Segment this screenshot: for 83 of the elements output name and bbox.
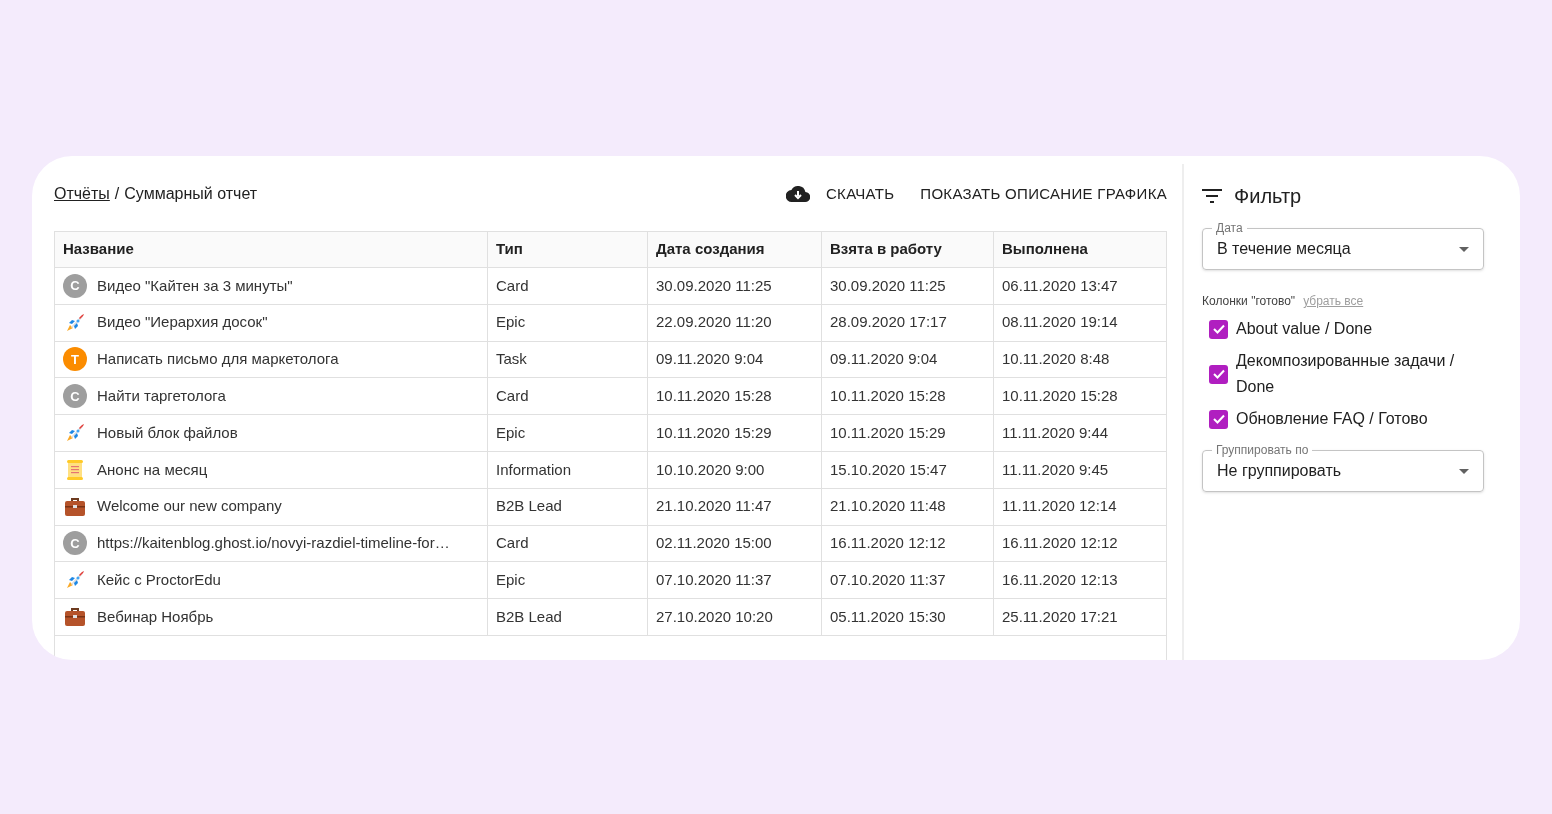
table-cell-text: Написать письмо для маркетолога xyxy=(97,349,339,370)
dropdown-caret-icon xyxy=(1459,468,1469,474)
table-cell-text: 10.11.2020 15:28 xyxy=(1002,386,1118,407)
checkbox-label: About value / Done xyxy=(1236,319,1373,339)
table-cell-text: 28.09.2020 17:17 xyxy=(830,312,947,333)
table-cell-text: 25.11.2020 17:21 xyxy=(1002,606,1118,627)
table-cell-text: Вебинар Ноябрь xyxy=(97,606,214,627)
field-value: В течение месяца xyxy=(1217,239,1352,259)
table-cell-text: 22.09.2020 11:20 xyxy=(656,312,772,333)
avatar-icon: C xyxy=(63,531,87,556)
table-cell-text: Epic xyxy=(496,570,526,590)
table-cell-text: Видео "Кайтен за 3 минуты" xyxy=(97,275,293,296)
columns-label: Колонки "готово" xyxy=(1202,293,1296,310)
table-cell-text: 02.11.2020 15:00 xyxy=(656,533,772,554)
dropdown-caret-icon xyxy=(1459,246,1469,252)
checkmark-icon xyxy=(1212,414,1225,424)
table-cell-text: https://kaitenblog.ghost.io/novyi-razdiel-timeline-for… xyxy=(97,533,450,554)
table-cell-text: 16.11.2020 12:12 xyxy=(1002,533,1118,554)
table-cell-text: 11.11.2020 9:44 xyxy=(1002,422,1109,443)
table-cell-text: 10.11.2020 15:28 xyxy=(656,386,772,407)
table-cell-text: 10.10.2020 9:00 xyxy=(656,459,765,480)
table-cell-text: 10.11.2020 15:29 xyxy=(830,422,946,443)
table-cell-text: Card xyxy=(496,533,529,554)
avatar-icon: C xyxy=(63,273,87,298)
table-cell-text: 30.09.2020 11:25 xyxy=(830,275,946,296)
checkbox[interactable] xyxy=(1209,319,1228,339)
table-cell-text: 10.11.2020 8:48 xyxy=(1002,349,1110,370)
table-cell-text: 11.11.2020 9:45 xyxy=(1002,459,1109,480)
checkmark-icon xyxy=(1212,324,1225,334)
cloud-download-icon xyxy=(785,185,810,203)
table-cell-text: B2B Lead xyxy=(496,496,562,517)
checkbox[interactable] xyxy=(1209,364,1228,384)
filter-title: Фильтр xyxy=(1234,184,1302,209)
table-cell-text: Кейс с ProctorEdu xyxy=(97,570,221,590)
table-cell-text: 07.10.2020 11:37 xyxy=(656,570,772,590)
download-button[interactable]: СКАЧАТЬ xyxy=(785,182,895,206)
breadcrumb-separator: / xyxy=(114,184,120,204)
text-button[interactable]: ПОКАЗАТЬ ОПИСАНИЕ ГРАФИКА xyxy=(920,182,1167,206)
table-cell-text: 05.11.2020 15:30 xyxy=(830,606,946,627)
checkmark-icon xyxy=(1212,369,1225,379)
table-cell-text: Card xyxy=(496,275,529,296)
table-cell-text: Welcome our new company xyxy=(97,496,282,517)
table-cell-text: Новый блок файлов xyxy=(97,422,238,443)
table-cell-text: Task xyxy=(496,349,527,370)
checkbox-label: Декомпозированные задачи / Done xyxy=(1236,351,1456,397)
table-cell-text: Анонс на месяц xyxy=(97,459,208,480)
column-header: Выполнена xyxy=(993,232,1166,267)
table-cell-text: 15.10.2020 15:47 xyxy=(830,459,947,480)
table-cell-text: 07.10.2020 11:37 xyxy=(830,570,946,590)
field-value: Не группировать xyxy=(1217,461,1343,481)
table-cell-text: 09.11.2020 9:04 xyxy=(830,349,938,370)
breadcrumb-current: Суммарный отчет xyxy=(124,184,258,204)
table-cell-text: 08.11.2020 19:14 xyxy=(1002,312,1118,333)
table-cell-text: Information xyxy=(496,459,572,480)
table-cell-text: Найти таргетолога xyxy=(97,386,226,407)
checkbox-label: Обновление FAQ / Готово xyxy=(1236,409,1428,429)
column-header: Тип xyxy=(487,232,647,267)
table-cell-text: 27.10.2020 10:20 xyxy=(656,606,773,627)
table-cell-text: Видео "Иерархия досок" xyxy=(97,312,268,333)
table-cell-text: 06.11.2020 13:47 xyxy=(1002,275,1118,296)
column-header: Взята в работу xyxy=(821,232,993,267)
table-cell-text: 16.11.2020 12:13 xyxy=(1002,570,1118,590)
avatar-icon: C xyxy=(63,384,87,409)
table-cell-text: 21.10.2020 11:48 xyxy=(830,496,946,517)
table-cell-text: 10.11.2020 15:29 xyxy=(656,422,772,443)
table-cell-text: 21.10.2020 11:47 xyxy=(656,496,772,517)
table-cell-text: 30.09.2020 11:25 xyxy=(656,275,772,296)
filter-icon xyxy=(1202,189,1222,203)
avatar-icon: T xyxy=(63,347,87,372)
column-header: Дата создания xyxy=(647,232,821,267)
table-cell-text: 10.11.2020 15:28 xyxy=(830,386,946,407)
table-cell-text: 09.11.2020 9:04 xyxy=(656,349,764,370)
breadcrumb-link[interactable]: Отчёты xyxy=(54,182,110,206)
checkbox[interactable] xyxy=(1209,409,1228,429)
table-cell-text: B2B Lead xyxy=(496,606,562,627)
table-cell-text: Epic xyxy=(496,312,526,333)
field-label: Дата xyxy=(1212,220,1247,236)
column-header: Название xyxy=(62,239,135,260)
table-cell-text: 16.11.2020 12:12 xyxy=(830,533,946,554)
table-cell-text: 11.11.2020 12:14 xyxy=(1002,496,1117,517)
table-cell-text: Epic xyxy=(496,422,526,443)
table-cell-text: Card xyxy=(496,386,529,407)
field-label: Группировать по xyxy=(1212,442,1313,458)
